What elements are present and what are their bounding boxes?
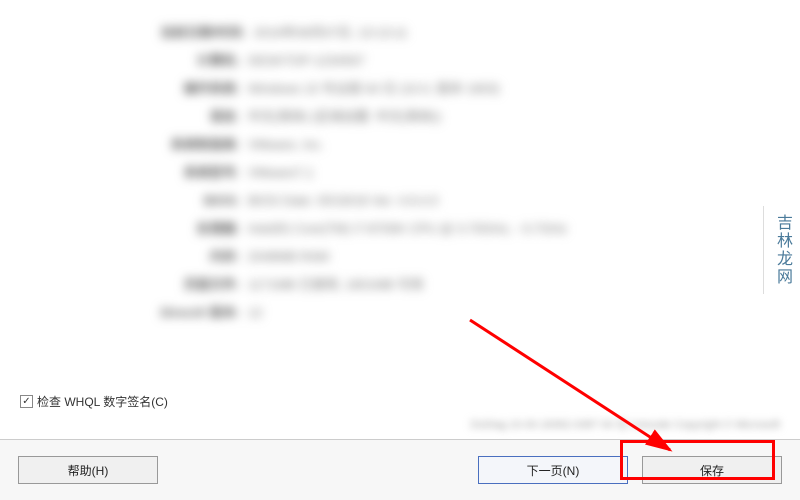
info-label: 处理器:	[160, 216, 240, 242]
whql-checkbox-row[interactable]: ✓ 检查 WHQL 数字签名(C)	[20, 393, 168, 410]
info-row: 语言: 中文(简体) (区域设置: 中文(简体))	[160, 104, 760, 130]
info-row: 当前日期/时间: 2019年08月07日, 13:13:11	[160, 20, 760, 46]
info-label: 语言:	[160, 104, 240, 130]
system-info-area: 当前日期/时间: 2019年08月07日, 13:13:11 计算机: DESK…	[20, 10, 780, 326]
info-value: Intel(R) Core(TM) i7-8700K CPU @ 3.70GHz…	[248, 216, 567, 242]
info-row: 操作系统: Windows 10 专业版 64 位 (10.0, 版本 1903…	[160, 76, 760, 102]
checkbox-label: 检查 WHQL 数字签名(C)	[37, 393, 168, 410]
info-row: 计算机: DESKTOP-1234567	[160, 48, 760, 74]
info-row: BIOS: BIOS Date: 05/18/18 Ver: 4.6.0.0	[160, 188, 760, 214]
next-page-button[interactable]: 下一页(N)	[478, 456, 628, 484]
info-label: BIOS:	[160, 188, 240, 214]
info-value: BIOS Date: 05/18/18 Ver: 4.6.0.0	[248, 188, 438, 214]
info-value: VMware, Inc.	[248, 132, 324, 158]
info-label: 系统型号:	[160, 160, 240, 186]
help-button[interactable]: 帮助(H)	[18, 456, 158, 484]
info-value: VMware7,1	[248, 160, 314, 186]
info-value: 中文(简体) (区域设置: 中文(简体))	[248, 104, 441, 130]
info-row: 处理器: Intel(R) Core(TM) i7-8700K CPU @ 3.…	[160, 216, 760, 242]
info-label: 计算机:	[160, 48, 240, 74]
button-bar: 帮助(H) 下一页(N) 保存	[0, 440, 800, 500]
info-row: 系统制造商: VMware, Inc.	[160, 132, 760, 158]
info-label: DirectX 版本:	[160, 300, 240, 326]
info-value: DESKTOP-1234567	[248, 48, 365, 74]
info-label: 当前日期/时间:	[160, 20, 246, 46]
info-label: 系统制造商:	[160, 132, 240, 158]
info-value: Windows 10 专业版 64 位 (10.0, 版本 1903)	[248, 76, 499, 102]
info-value: 2019年08月07日, 13:13:11	[254, 20, 408, 46]
main-panel: 当前日期/时间: 2019年08月07日, 13:13:11 计算机: DESK…	[0, 0, 800, 440]
info-row: DirectX 版本: 12	[160, 300, 760, 326]
info-row: 页面文件: 1171MB 已使用, 1801MB 可用	[160, 272, 760, 298]
info-value: 1171MB 已使用, 1801MB 可用	[248, 272, 423, 298]
checkbox-icon[interactable]: ✓	[20, 395, 33, 408]
info-label: 内存:	[160, 244, 240, 270]
watermark: 吉林龙网	[763, 206, 800, 294]
info-label: 操作系统:	[160, 76, 240, 102]
info-value: 2048MB RAM	[248, 244, 329, 270]
save-all-button[interactable]: 保存	[642, 456, 782, 484]
info-label: 页面文件:	[160, 272, 240, 298]
info-value: 12	[248, 300, 262, 326]
info-row: 内存: 2048MB RAM	[160, 244, 760, 270]
info-row: 系统型号: VMware7,1	[160, 160, 760, 186]
copyright-text: DxDiag 10.00.18362.0387 64 位 Unicode Cop…	[470, 416, 780, 432]
